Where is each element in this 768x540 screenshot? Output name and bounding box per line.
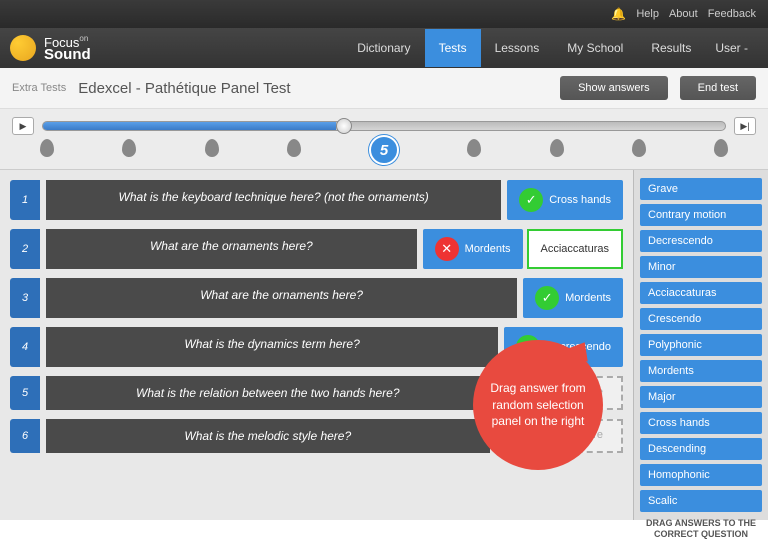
question-row: 2 What are the ornaments here? ✕ Mordents…: [10, 229, 623, 269]
answer-chip[interactable]: ✓ Mordents: [523, 278, 623, 318]
page-title: Edexcel - Pathétique Panel Test: [78, 80, 548, 97]
question-text: What is the dynamics term here?: [46, 327, 498, 367]
check-icon: ✓: [519, 188, 543, 212]
answer-label: Mordents: [565, 292, 611, 304]
user-menu[interactable]: User -: [705, 41, 758, 55]
nav-tests[interactable]: Tests: [425, 29, 481, 67]
answer-label: Mordents: [465, 243, 511, 255]
brand-on: on: [79, 34, 88, 43]
draggable-answer[interactable]: Descending: [640, 438, 762, 460]
play-icon[interactable]: ▶: [12, 117, 34, 135]
question-row: 1 What is the keyboard technique here? (…: [10, 180, 623, 220]
draggable-answer[interactable]: Contrary motion: [640, 204, 762, 226]
nav-results[interactable]: Results: [637, 29, 705, 67]
marker[interactable]: [122, 139, 136, 157]
navbar: Focuson Sound Dictionary Tests Lessons M…: [0, 28, 768, 68]
marker[interactable]: [550, 139, 564, 157]
correct-answer-chip[interactable]: Acciaccaturas: [527, 229, 623, 269]
feedback-link[interactable]: Feedback: [708, 8, 756, 20]
draggable-answer[interactable]: Decrescendo: [640, 230, 762, 252]
marker[interactable]: [40, 139, 54, 157]
draggable-answer[interactable]: Mordents: [640, 360, 762, 382]
marker[interactable]: [287, 139, 301, 157]
question-number: 3: [10, 278, 40, 318]
answer-panel: Grave Contrary motion Decrescendo Minor …: [633, 170, 768, 520]
brand-sound: Sound: [44, 47, 91, 62]
questions-list: 1 What is the keyboard technique here? (…: [0, 170, 633, 520]
end-test-button[interactable]: End test: [680, 76, 756, 100]
marker-active[interactable]: 5: [369, 135, 399, 165]
hint-callout: Drag answer from random selection panel …: [473, 340, 603, 470]
answer-label: Cross hands: [549, 194, 611, 206]
question-number: 2: [10, 229, 40, 269]
subheader: Extra Tests Edexcel - Pathétique Panel T…: [0, 68, 768, 109]
draggable-answer[interactable]: Homophonic: [640, 464, 762, 486]
nav-lessons[interactable]: Lessons: [481, 29, 554, 67]
skip-end-icon[interactable]: ▶|: [734, 117, 756, 135]
about-link[interactable]: About: [669, 8, 698, 20]
audio-player: ▶ ▶| 5: [0, 109, 768, 170]
question-text: What is the relation between the two han…: [46, 376, 490, 410]
panel-hint: DRAG ANSWERS TO THE CORRECT QUESTION: [640, 518, 762, 540]
question-number: 4: [10, 327, 40, 367]
question-text: What is the keyboard technique here? (no…: [46, 180, 501, 220]
breadcrumb[interactable]: Extra Tests: [12, 82, 66, 94]
draggable-answer[interactable]: Scalic: [640, 490, 762, 512]
draggable-answer[interactable]: Minor: [640, 256, 762, 278]
question-text: What is the melodic style here?: [46, 419, 490, 453]
check-icon: ✓: [535, 286, 559, 310]
draggable-answer[interactable]: Grave: [640, 178, 762, 200]
notification-icon[interactable]: 🔔: [611, 7, 626, 21]
section-markers: 5: [12, 135, 756, 165]
help-link[interactable]: Help: [636, 8, 659, 20]
marker[interactable]: [205, 139, 219, 157]
nav-dictionary[interactable]: Dictionary: [343, 29, 424, 67]
question-number: 1: [10, 180, 40, 220]
content-area: 1 What is the keyboard technique here? (…: [0, 170, 768, 520]
draggable-answer[interactable]: Polyphonic: [640, 334, 762, 356]
question-number: 6: [10, 419, 40, 453]
topbar: 🔔 Help About Feedback: [0, 0, 768, 28]
answer-chip[interactable]: ✓ Cross hands: [507, 180, 623, 220]
draggable-answer[interactable]: Cross hands: [640, 412, 762, 434]
marker[interactable]: [632, 139, 646, 157]
answer-chip[interactable]: ✕ Mordents: [423, 229, 523, 269]
progress-fill: [43, 122, 336, 130]
question-text: What are the ornaments here?: [46, 278, 517, 318]
draggable-answer[interactable]: Major: [640, 386, 762, 408]
draggable-answer[interactable]: Crescendo: [640, 308, 762, 330]
draggable-answer[interactable]: Acciaccaturas: [640, 282, 762, 304]
question-number: 5: [10, 376, 40, 410]
progress-handle[interactable]: [336, 118, 352, 134]
logo[interactable]: Focuson Sound: [10, 35, 343, 62]
question-text: What are the ornaments here?: [46, 229, 417, 269]
progress-track[interactable]: [42, 121, 726, 131]
marker[interactable]: [714, 139, 728, 157]
show-answers-button[interactable]: Show answers: [560, 76, 668, 100]
cross-icon: ✕: [435, 237, 459, 261]
logo-icon: [10, 35, 36, 61]
marker[interactable]: [467, 139, 481, 157]
nav-myschool[interactable]: My School: [553, 29, 637, 67]
question-row: 3 What are the ornaments here? ✓ Mordents: [10, 278, 623, 318]
